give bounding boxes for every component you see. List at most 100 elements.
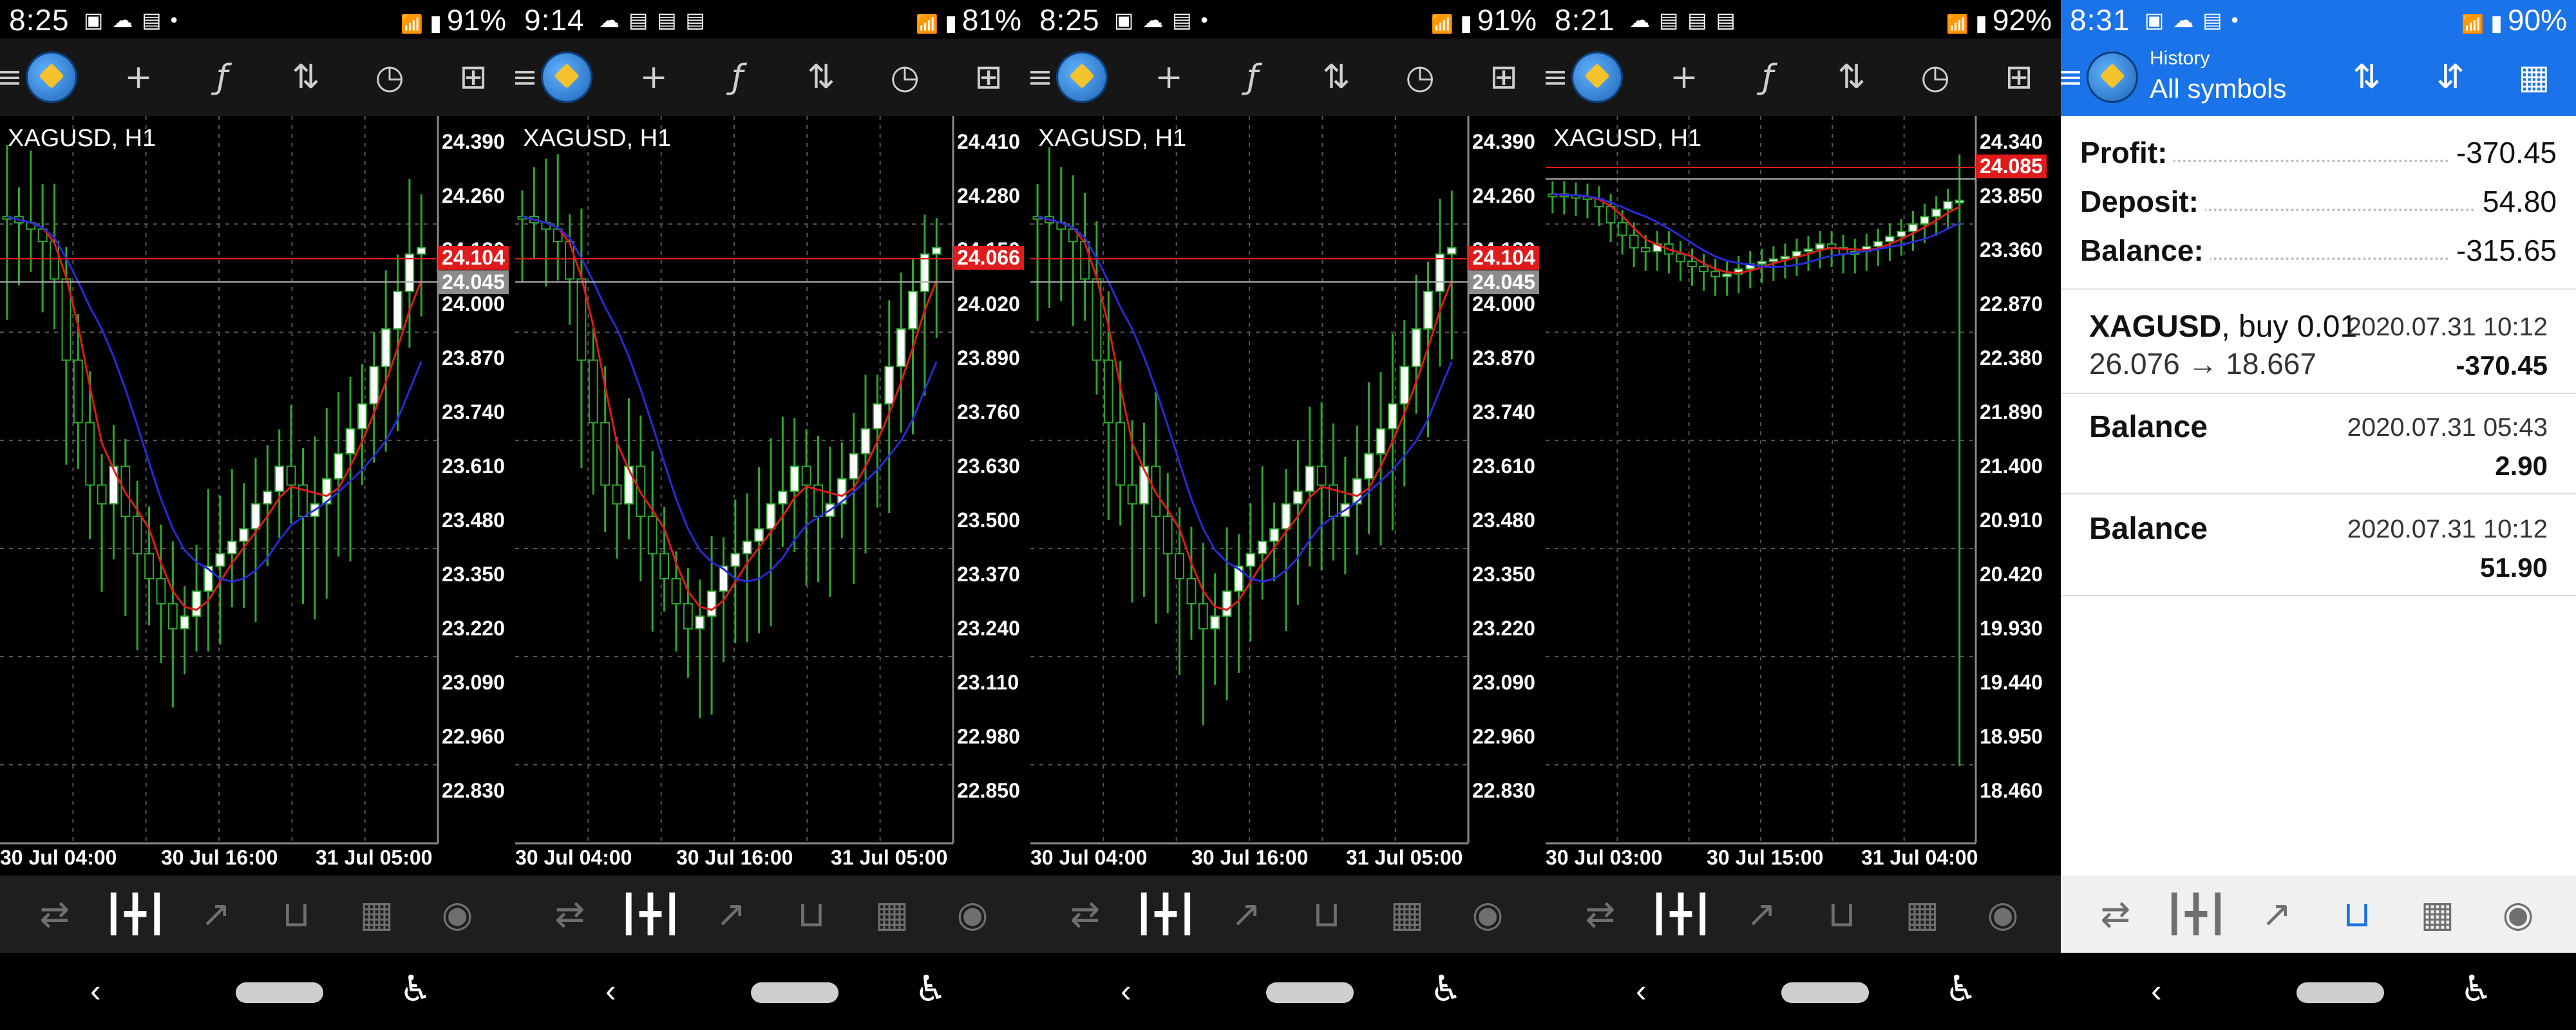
app-logo-icon[interactable]: [541, 52, 592, 103]
chat-icon[interactable]: ◉: [1452, 876, 1523, 953]
calendar-icon[interactable]: ▦: [2505, 39, 2563, 116]
price-tick-label: 23.110: [957, 671, 1019, 694]
news-icon[interactable]: ▦: [1372, 876, 1443, 953]
back-icon[interactable]: ‹: [605, 972, 616, 1009]
menu-icon[interactable]: ≡: [0, 39, 23, 116]
chart-canvas[interactable]: [1030, 116, 1546, 876]
timeframe-icon[interactable]: ◷: [876, 39, 934, 116]
timeframe-icon[interactable]: ◷: [1391, 39, 1449, 116]
back-icon[interactable]: ‹: [1636, 972, 1647, 1009]
chat-icon[interactable]: ◉: [2483, 876, 2553, 953]
objects-icon[interactable]: ⊞: [444, 39, 502, 116]
accessibility-icon[interactable]: ♿: [1945, 968, 1977, 1010]
app-logo-icon[interactable]: [26, 52, 77, 103]
chart-icon[interactable]: ┃╋┃: [1645, 876, 1716, 953]
trade-icon[interactable]: ⇅: [2338, 39, 2396, 116]
chat-icon[interactable]: ◉: [1967, 876, 2038, 953]
chart-icon[interactable]: ┃╋┃: [615, 876, 686, 953]
menu-icon[interactable]: ≡: [2061, 39, 2083, 116]
history-icon[interactable]: ⊔: [1806, 876, 1877, 953]
accessibility-icon[interactable]: ♿: [399, 968, 431, 1010]
status-time: 8:21: [1555, 3, 1615, 37]
summary-profit: Profit: -370.45: [2080, 129, 2557, 174]
history-icon[interactable]: ⊔: [776, 876, 847, 953]
trade-icon[interactable]: ⇅: [792, 39, 850, 116]
chart-canvas[interactable]: [0, 116, 515, 876]
trade-icon[interactable]: ↗: [1726, 876, 1797, 953]
menu-icon[interactable]: ≡: [1030, 39, 1053, 116]
sort-icon[interactable]: ⇵: [2421, 39, 2479, 116]
indicators-icon[interactable]: ƒ: [708, 39, 766, 116]
symbol-filter[interactable]: All symbols: [2150, 73, 2286, 104]
quotes-icon[interactable]: ⇄: [1050, 876, 1121, 953]
crosshair-icon[interactable]: +: [109, 39, 167, 116]
accessibility-icon[interactable]: ♿: [1430, 968, 1462, 1010]
trade-icon[interactable]: ⇅: [1307, 39, 1365, 116]
quotes-icon[interactable]: ⇄: [2080, 876, 2151, 953]
timeframe-icon[interactable]: ◷: [361, 39, 419, 116]
objects-icon[interactable]: ⊞: [1990, 39, 2048, 116]
history-icon[interactable]: ⊔: [2322, 876, 2392, 953]
trade-icon[interactable]: ↗: [1211, 876, 1282, 953]
price-chart[interactable]: XAGUSD, H1 24.340 23.850 23.360 22.870 22.38…: [1546, 116, 2061, 876]
chart-icon[interactable]: ┃╋┃: [2161, 876, 2231, 953]
news-icon[interactable]: ▦: [341, 876, 412, 953]
trade-icon[interactable]: ↗: [2241, 876, 2312, 953]
menu-icon[interactable]: ≡: [515, 39, 538, 116]
indicators-icon[interactable]: ƒ: [1739, 39, 1797, 116]
home-pill[interactable]: [751, 982, 838, 1003]
objects-icon[interactable]: ⊞: [960, 39, 1018, 116]
crosshair-icon[interactable]: +: [1655, 39, 1713, 116]
chart-icon[interactable]: ┃╋┃: [1130, 876, 1201, 953]
crosshair-icon[interactable]: +: [1140, 39, 1198, 116]
app-logo-icon[interactable]: [2087, 52, 2138, 103]
balance-row[interactable]: Balance 2020.07.31 10:12 51.90: [2061, 494, 2576, 596]
timeframe-icon[interactable]: ◷: [1906, 39, 1964, 116]
news-icon[interactable]: ▦: [2402, 876, 2473, 953]
indicators-icon[interactable]: ƒ: [193, 39, 251, 116]
accessibility-icon[interactable]: ♿: [914, 968, 947, 1010]
candle-body: [1873, 241, 1883, 247]
quotes-icon[interactable]: ⇄: [535, 876, 605, 953]
price-chart[interactable]: XAGUSD, H1 24.41024.28024.15024.02023.89…: [515, 116, 1030, 876]
balance-row[interactable]: Balance 2020.07.31 05:43 2.90: [2061, 393, 2576, 494]
trade-icon[interactable]: ⇅: [1823, 39, 1880, 116]
chat-icon[interactable]: ◉: [422, 876, 493, 953]
price-tick-label: 23.890: [957, 346, 1020, 370]
deal-row[interactable]: XAGUSD, buy 0.01 26.076 → 18.667 2020.07…: [2061, 288, 2576, 394]
objects-icon[interactable]: ⊞: [1475, 39, 1533, 116]
home-pill[interactable]: [1781, 982, 1869, 1003]
home-pill[interactable]: [2297, 982, 2384, 1003]
price-chart[interactable]: XAGUSD, H1 24.39024.26024.13024.00023.87…: [0, 116, 515, 876]
app-logo-icon[interactable]: [1571, 52, 1623, 103]
price-chart[interactable]: XAGUSD, H1 24.39024.26024.13024.00023.87…: [1030, 116, 1546, 876]
quotes-icon[interactable]: ⇄: [19, 876, 90, 953]
price-tick-label: 24.260: [442, 184, 505, 207]
candle-body: [1629, 234, 1639, 248]
menu-icon[interactable]: ≡: [1546, 39, 1568, 116]
chart-canvas[interactable]: [515, 116, 1030, 876]
chart-icon[interactable]: ┃╋┃: [100, 876, 171, 953]
history-icon[interactable]: ⊔: [261, 876, 332, 953]
candle-body: [85, 422, 95, 486]
chart-canvas[interactable]: [1546, 116, 2061, 876]
price-tick-label: 22.830: [1472, 779, 1535, 802]
history-icon[interactable]: ⊔: [1291, 876, 1362, 953]
back-icon[interactable]: ‹: [2151, 972, 2162, 1009]
news-icon[interactable]: ▦: [857, 876, 927, 953]
trade-icon[interactable]: ⇅: [277, 39, 335, 116]
back-icon[interactable]: ‹: [90, 972, 101, 1009]
home-pill[interactable]: [1266, 982, 1354, 1003]
back-icon[interactable]: ‹: [1121, 972, 1132, 1009]
quotes-icon[interactable]: ⇄: [1565, 876, 1636, 953]
price-tick-label: 22.850: [957, 779, 1020, 802]
chat-icon[interactable]: ◉: [937, 876, 1008, 953]
accessibility-icon[interactable]: ♿: [2460, 968, 2492, 1010]
news-icon[interactable]: ▦: [1887, 876, 1958, 953]
trade-icon[interactable]: ↗: [180, 876, 251, 953]
home-pill[interactable]: [236, 982, 323, 1003]
trade-icon[interactable]: ↗: [696, 876, 766, 953]
crosshair-icon[interactable]: +: [625, 39, 683, 116]
indicators-icon[interactable]: ƒ: [1224, 39, 1282, 116]
app-logo-icon[interactable]: [1056, 52, 1108, 103]
